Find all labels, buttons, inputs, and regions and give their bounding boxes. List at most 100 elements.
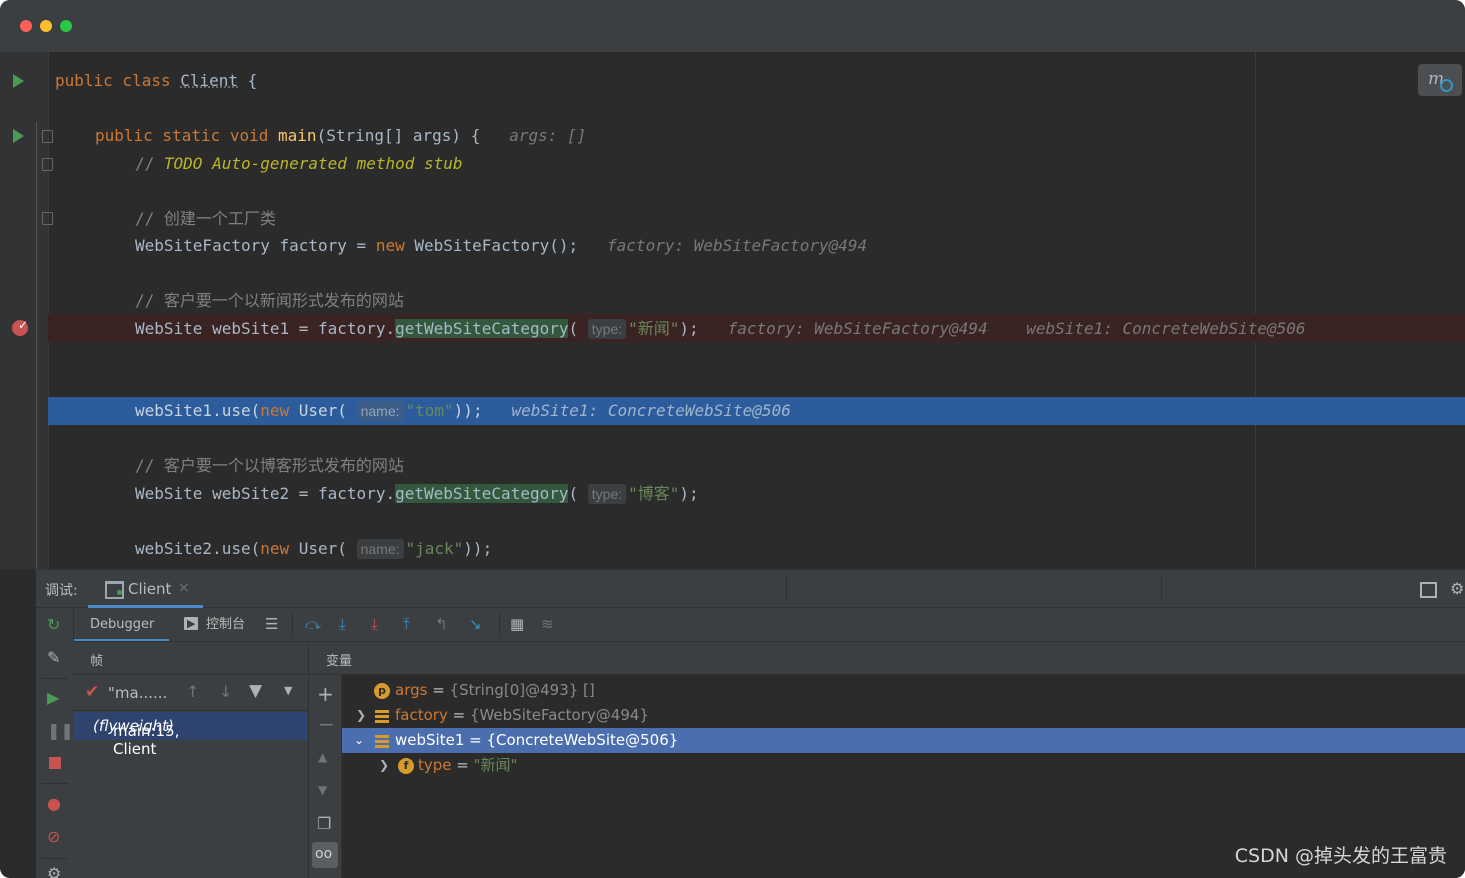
add-watch-icon[interactable]: + [317, 682, 334, 706]
variables-toolbar: + − ▲ ▼ ❐ oo [308, 642, 342, 878]
variable-name: type [418, 756, 452, 774]
variable-row-factory[interactable]: ❯ factory = {WebSiteFactory@494} [342, 703, 1465, 728]
title-bar [0, 0, 1465, 52]
variable-row-website1[interactable]: ⌄ webSite1 = {ConcreteWebSite@506} [342, 728, 1465, 753]
code-comment: // 创建一个工厂类 [135, 209, 276, 228]
variable-row-args[interactable]: p args = {String[0]@493} [] [342, 678, 1465, 703]
next-frame-icon[interactable]: ↓ [219, 682, 232, 701]
run-to-cursor-icon[interactable]: ↘ [469, 617, 482, 632]
step-over-icon[interactable]: ⤼ [305, 617, 321, 632]
expand-arrow-icon[interactable]: ❯ [379, 753, 389, 778]
step-out-icon[interactable]: ⤒ [403, 617, 410, 632]
tab-underline [74, 639, 169, 641]
pause-icon[interactable]: ❚❚ [47, 723, 74, 739]
thread-selector[interactable]: ✔ "ma...... ↑ ↓ ▼ ▼ [73, 675, 308, 711]
param-hint: name: [356, 401, 404, 421]
show-watches-toggle[interactable]: oo [312, 842, 338, 868]
ide-window: ✓ public class Client { public static vo… [0, 0, 1465, 878]
step-into-icon[interactable]: ⤓ [339, 617, 346, 632]
divider [42, 858, 68, 859]
minimize-window-button[interactable] [40, 20, 52, 32]
tab-console-label: 控制台 [206, 617, 246, 632]
breakpoint-check-icon: ✓ [18, 318, 29, 332]
right-margin-guide [1255, 52, 1256, 569]
fold-marker-icon[interactable] [42, 158, 53, 171]
gutter-divider [36, 122, 37, 569]
divider [42, 678, 68, 679]
collapse-arrow-icon[interactable]: ⌄ [354, 728, 364, 753]
copy-icon[interactable]: ❐ [317, 814, 331, 833]
run-class-icon[interactable] [13, 74, 24, 88]
modify-run-config-icon[interactable]: ✎ [47, 650, 60, 666]
code-line-factory: WebSiteFactory factory = new WebSiteFact… [135, 236, 868, 255]
variable-name: args [395, 681, 428, 699]
close-window-button[interactable] [20, 20, 32, 32]
force-step-into-icon[interactable]: ⤓ [371, 617, 378, 632]
divider [292, 612, 293, 638]
parameter-icon: p [374, 683, 390, 699]
filter-icon[interactable]: ▼ [249, 681, 262, 701]
fold-marker-icon[interactable] [42, 212, 53, 225]
show-execution-point-icon[interactable]: ☰ [265, 617, 278, 632]
move-down-icon[interactable]: ▼ [318, 783, 327, 797]
close-tab-icon[interactable]: × [178, 580, 190, 596]
stop-icon[interactable] [49, 757, 61, 769]
code-editor[interactable]: ✓ public class Client { public static vo… [0, 52, 1465, 569]
remove-watch-icon[interactable]: − [318, 712, 335, 736]
debug-header: 调试: Client × ⚙ [36, 570, 1465, 608]
code-comment: // 客户要一个以新闻形式发布的网站 [135, 291, 404, 310]
code-line-todo: // TODO Auto-generated method stub [135, 154, 463, 173]
frames-title: 帧 [90, 654, 104, 669]
move-up-icon[interactable]: ▲ [318, 750, 327, 764]
variable-name: factory [395, 706, 448, 724]
variable-value: {WebSiteFactory@494} [469, 706, 649, 724]
field-stack-icon [375, 710, 389, 723]
variable-row-type[interactable]: ❯ f type = "新闻" [342, 753, 1465, 778]
frame-main[interactable]: main:15, Client (flyweight) [73, 712, 308, 758]
run-main-icon[interactable] [13, 129, 24, 143]
divider [499, 612, 500, 638]
tab-debugger[interactable]: Debugger [74, 608, 169, 641]
param-hint: type: [587, 484, 627, 504]
debug-side-toolbar: ↻ ✎ ▶ ❚❚ ● ⊘ ⚙ [36, 608, 74, 878]
expand-arrow-icon[interactable]: ❯ [356, 703, 366, 728]
chevron-down-icon[interactable]: ▼ [284, 684, 292, 697]
code-line-website2: WebSite webSite2 = factory.getWebSiteCat… [135, 484, 699, 504]
divider [1161, 576, 1162, 602]
fold-marker-icon[interactable] [42, 130, 53, 143]
editor-gutter [0, 52, 48, 569]
restore-layout-icon[interactable] [1420, 582, 1437, 598]
param-hint: name: [356, 539, 404, 559]
maven-reload-icon[interactable]: m [1418, 64, 1462, 96]
gear-icon[interactable]: ⚙ [1450, 579, 1464, 598]
frame-label: main:15, Client [113, 722, 180, 758]
evaluate-expression-icon[interactable]: ▦ [510, 617, 524, 632]
divider [42, 783, 68, 784]
previous-frame-icon[interactable]: ↑ [186, 682, 199, 701]
drop-frame-icon[interactable]: ↰ [435, 617, 448, 632]
variable-value: "新闻" [473, 756, 518, 774]
tab-client[interactable]: Client × [88, 570, 203, 608]
variables-title: 变量 [326, 654, 353, 669]
variable-name: webSite1 [395, 731, 465, 749]
zoom-window-button[interactable] [60, 20, 72, 32]
mute-breakpoints-icon[interactable]: ⊘ [47, 829, 60, 845]
trace-stream-icon[interactable]: ≋ [541, 617, 554, 632]
tab-console[interactable]: ▶ 控制台 [184, 608, 264, 641]
running-indicator-icon [117, 590, 122, 595]
resume-icon[interactable]: ▶ [47, 690, 59, 706]
code-comment: // 客户要一个以博客形式发布的网站 [135, 456, 404, 475]
thread-check-icon: ✔ [85, 682, 100, 702]
console-prompt-icon: ▶ [187, 617, 196, 630]
code-line-website1: WebSite webSite1 = factory.getWebSiteCat… [135, 319, 1306, 339]
rerun-icon[interactable]: ↻ [47, 617, 60, 633]
variable-value: {ConcreteWebSite@506} [486, 731, 679, 749]
code-line-use-tom: webSite1.use(new User( name: "tom")); web… [135, 401, 791, 421]
view-breakpoints-icon[interactable]: ● [47, 796, 61, 812]
watermark: CSDN @掉头发的王富贵 [1234, 845, 1447, 867]
field-icon: f [398, 758, 414, 774]
glasses-icon: oo [315, 846, 333, 862]
divider [786, 576, 787, 602]
settings-icon[interactable]: ⚙ [47, 866, 61, 878]
variable-value: {String[0]@493} [] [449, 681, 595, 699]
